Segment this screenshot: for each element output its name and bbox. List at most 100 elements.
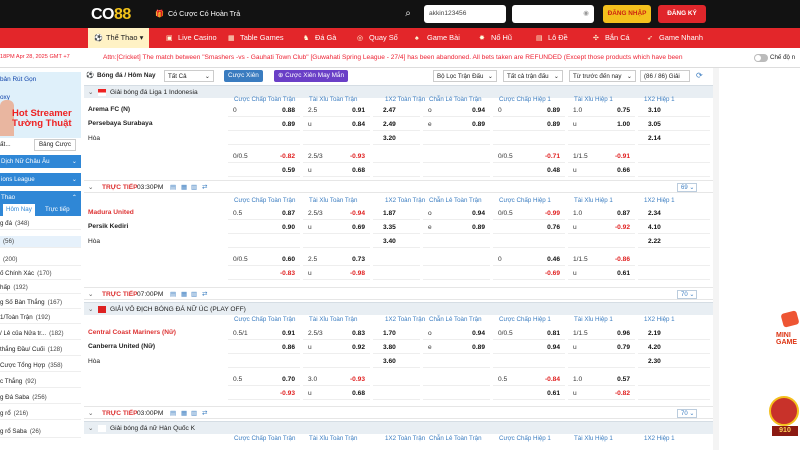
odds-cell[interactable]: u 1.00: [568, 118, 635, 131]
odds-cell[interactable]: e 0.89: [423, 341, 490, 354]
stats-icon[interactable]: ▤: [170, 288, 176, 301]
nav-item-card-games[interactable]: ♠ Game Bài: [415, 28, 460, 48]
sidebar-sub-item[interactable]: g đá (348): [0, 218, 81, 230]
odds-cell[interactable]: 1.87: [373, 207, 420, 220]
nav-item-fishing[interactable]: ✣ Bắn Cá: [593, 28, 630, 48]
odds-cell[interactable]: 1/1.5 0.96: [568, 327, 635, 340]
chevron-down-icon[interactable]: ⌄: [88, 407, 94, 420]
username-field[interactable]: akkin123456: [424, 5, 506, 23]
odds-cell[interactable]: 2.19: [638, 327, 710, 340]
stats-icon[interactable]: ▤: [170, 407, 176, 420]
odds-cell[interactable]: o 0.94: [423, 104, 490, 117]
odds-cell[interactable]: [303, 132, 370, 145]
odds-cell[interactable]: -0.69: [493, 267, 565, 280]
more-markets-button[interactable]: 70 ⌄: [677, 409, 697, 418]
odds-cell[interactable]: 0.76: [493, 221, 565, 234]
chart-icon[interactable]: ▥: [191, 181, 197, 194]
odds-cell[interactable]: 0 0.89: [493, 104, 565, 117]
mode-toggle[interactable]: [754, 54, 768, 62]
parlay-button[interactable]: Cược Xiên: [224, 70, 263, 82]
search-icon[interactable]: ⌕: [400, 6, 416, 22]
logo[interactable]: CO88: [91, 6, 131, 24]
login-button[interactable]: ĐĂNG NHẬP: [603, 5, 651, 23]
chart-icon[interactable]: ▥: [191, 407, 197, 420]
odds-cell[interactable]: 2.5 0.91: [303, 104, 370, 117]
odds-cell[interactable]: 0/0.5 -0.71: [493, 150, 565, 163]
tab-today[interactable]: Hôm Nay: [3, 204, 35, 216]
odds-cell[interactable]: 2.14: [638, 132, 710, 145]
odds-cell[interactable]: 0.5 0.70: [228, 373, 300, 386]
odds-cell[interactable]: 3.60: [373, 355, 420, 368]
promo-link[interactable]: 🎁 Có Cược Có Hoàn Trả: [155, 9, 240, 18]
chart-icon[interactable]: ▥: [191, 288, 197, 301]
odds-cell[interactable]: 0 0.46: [493, 253, 565, 266]
odds-cell[interactable]: 2.5/3 -0.94: [303, 207, 370, 220]
sidebar-sub-item[interactable]: (200): [0, 254, 81, 266]
odds-cell[interactable]: [373, 253, 420, 266]
odds-cell[interactable]: 3.80: [373, 341, 420, 354]
odds-cell[interactable]: 0.94: [493, 341, 565, 354]
share-icon[interactable]: ⇄: [202, 181, 208, 194]
announcement-text[interactable]: Attn:[Cricket] The match between "Smashe…: [103, 54, 713, 61]
odds-cell[interactable]: 2.30: [638, 355, 710, 368]
odds-cell[interactable]: o 0.94: [423, 327, 490, 340]
sidebar-sub-item[interactable]: thắng Đầu/ Cuối (128): [0, 344, 81, 356]
odds-cell[interactable]: u 0.84: [303, 118, 370, 131]
odds-cell[interactable]: 0/0.5 -0.82: [228, 150, 300, 163]
sidebar-sub-item[interactable]: 1/Toàn Trận (192): [0, 312, 81, 324]
odds-cell[interactable]: 1.0 0.75: [568, 104, 635, 117]
nav-item-lottery[interactable]: ◎ Quay Số: [357, 28, 398, 48]
odds-cell[interactable]: u 0.68: [303, 164, 370, 177]
register-button[interactable]: ĐĂNG KÝ: [658, 5, 706, 23]
odds-cell[interactable]: 1/1.5 -0.86: [568, 253, 635, 266]
calendar-icon[interactable]: ▦: [181, 288, 187, 301]
odds-cell[interactable]: u -0.92: [568, 221, 635, 234]
sidebar-item-champions-league[interactable]: ions League ⌄: [0, 173, 81, 186]
odds-cell[interactable]: [423, 253, 490, 266]
odds-cell[interactable]: [423, 132, 490, 145]
tab-live[interactable]: Trực tiếp: [45, 204, 70, 216]
stats-icon[interactable]: ▤: [170, 181, 176, 194]
odds-cell[interactable]: 1.70: [373, 327, 420, 340]
odds-cell[interactable]: [228, 132, 300, 145]
odds-cell[interactable]: [373, 150, 420, 163]
nav-item-sports[interactable]: ⚽ Thể Thao ▾: [88, 28, 150, 48]
eye-icon[interactable]: ◉: [583, 5, 589, 23]
odds-cell[interactable]: 0/0.5 0.60: [228, 253, 300, 266]
odds-cell[interactable]: e 0.89: [423, 221, 490, 234]
sort-select[interactable]: Từ trước đến nay ⌄: [569, 70, 636, 82]
sidebar-sub-item[interactable]: g Số Bàn Thắng (167): [0, 297, 81, 309]
chevron-down-icon[interactable]: ⌄: [88, 288, 94, 301]
odds-cell[interactable]: 0.59: [228, 164, 300, 177]
league-header[interactable]: ⌄ Giải bóng đá nữ Hàn Quốc K: [84, 421, 713, 434]
odds-cell[interactable]: 3.05: [638, 118, 710, 131]
odds-cell[interactable]: [638, 267, 710, 280]
odds-cell[interactable]: e 0.89: [423, 118, 490, 131]
odds-cell[interactable]: 0/0.5 -0.99: [493, 207, 565, 220]
odds-cell[interactable]: 0.89: [493, 118, 565, 131]
refresh-icon[interactable]: ⟳: [696, 70, 703, 82]
odds-cell[interactable]: 3.35: [373, 221, 420, 234]
odds-cell[interactable]: 2.34: [638, 207, 710, 220]
odds-cell[interactable]: [423, 355, 490, 368]
odds-cell[interactable]: 2.5 0.73: [303, 253, 370, 266]
odds-cell[interactable]: [638, 373, 710, 386]
sidebar-sub-item[interactable]: (56): [0, 236, 81, 248]
odds-cell[interactable]: [373, 387, 420, 400]
odds-cell[interactable]: [568, 132, 635, 145]
odds-cell[interactable]: 0.5/1 0.91: [228, 327, 300, 340]
odds-cell[interactable]: u 0.66: [568, 164, 635, 177]
odds-cell[interactable]: u 0.92: [303, 341, 370, 354]
odds-cell[interactable]: [303, 235, 370, 248]
odds-cell[interactable]: 0.61: [493, 387, 565, 400]
league-filter-select[interactable]: Bộ Lọc Trận Đấu ⌄: [433, 70, 497, 82]
calendar-icon[interactable]: ▦: [181, 407, 187, 420]
odds-cell[interactable]: [568, 355, 635, 368]
sidebar-sub-item[interactable]: Cược Tổng Hợp (358): [0, 360, 81, 372]
odds-cell[interactable]: o 0.94: [423, 207, 490, 220]
odds-cell[interactable]: [638, 164, 710, 177]
market-select[interactable]: Tất Cả ⌄: [164, 70, 214, 82]
odds-cell[interactable]: 0/0.5 0.81: [493, 327, 565, 340]
odds-cell[interactable]: [493, 355, 565, 368]
share-icon[interactable]: ⇄: [202, 288, 208, 301]
